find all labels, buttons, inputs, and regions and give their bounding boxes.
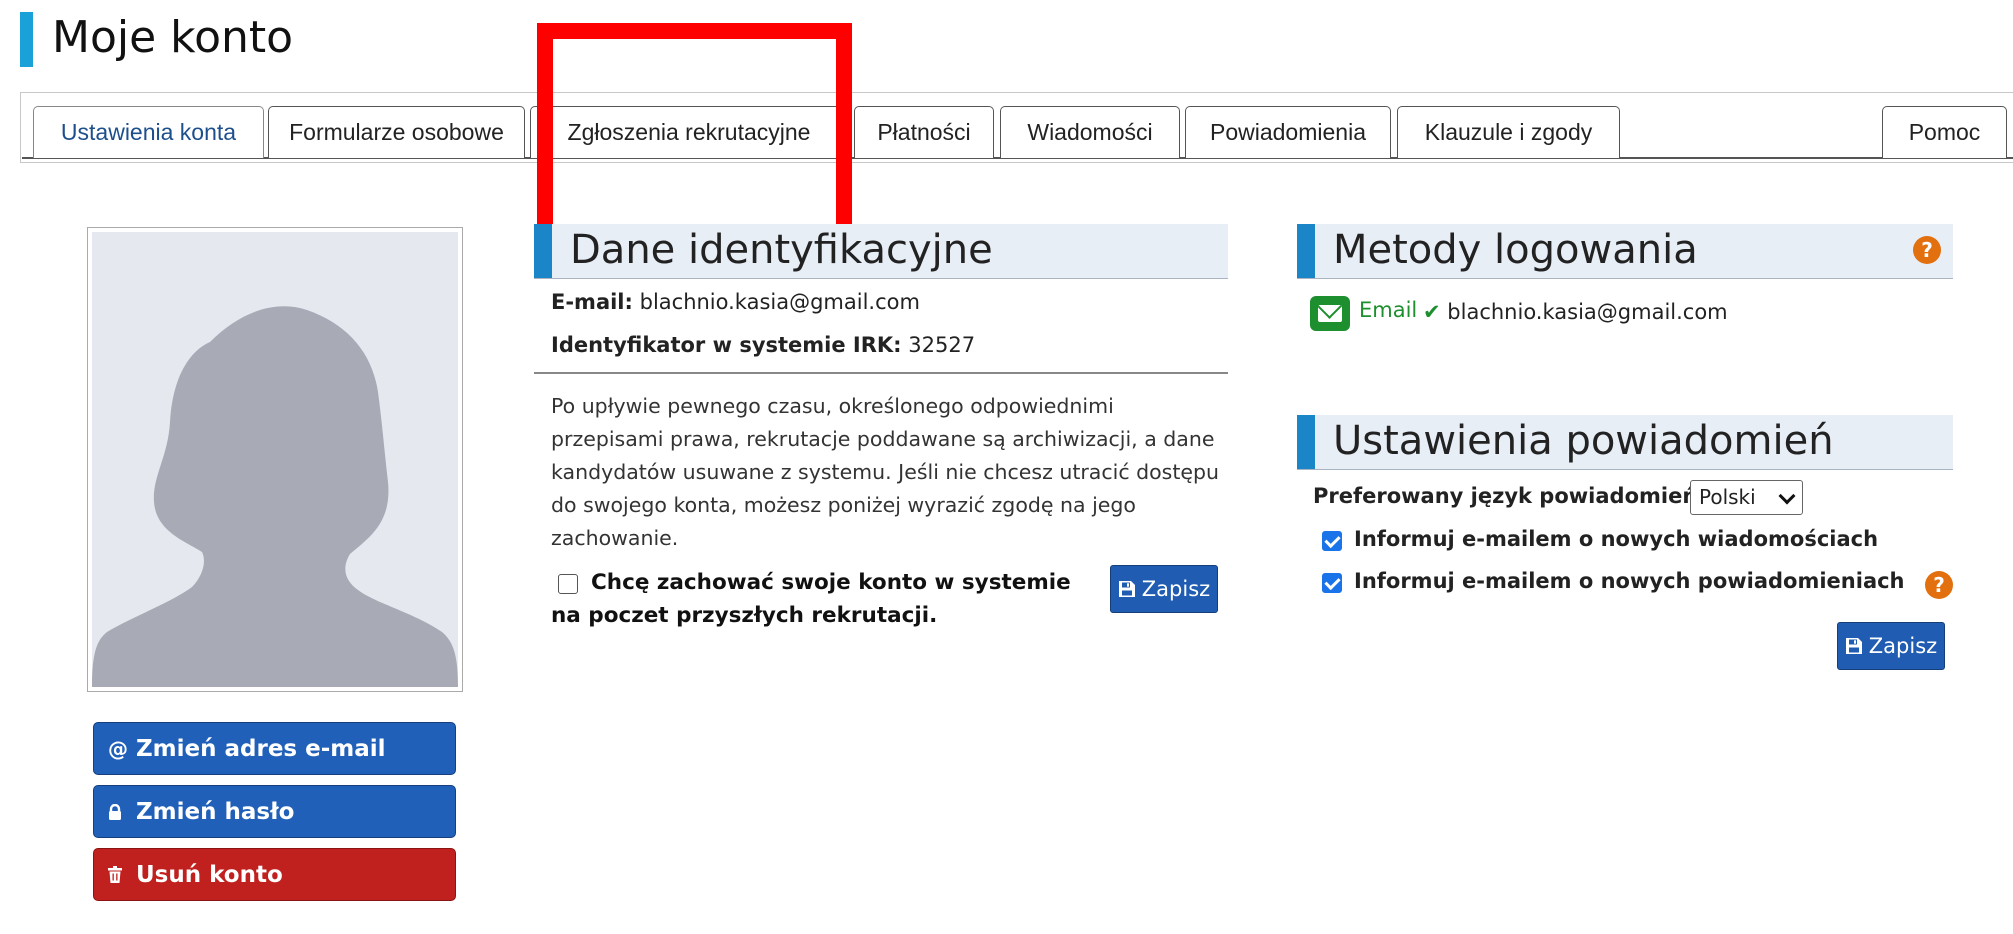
login-methods-help-icon[interactable]: ? xyxy=(1913,236,1941,264)
floppy-disk-icon xyxy=(1845,638,1862,654)
change-email-label: Zmień adres e-mail xyxy=(136,735,386,762)
section-accent-bar xyxy=(1297,415,1315,469)
language-select[interactable]: Polski xyxy=(1690,480,1803,515)
tab-platnosci[interactable]: Płatności xyxy=(854,106,994,158)
tab-klauzule-i-zgody[interactable]: Klauzule i zgody xyxy=(1397,106,1620,158)
save-keep-account-button[interactable]: Zapisz xyxy=(1110,565,1218,613)
notifications-section-header: Ustawienia powiadomień xyxy=(1297,415,1953,470)
section-accent-bar xyxy=(1297,224,1315,278)
trash-icon xyxy=(108,866,136,883)
email-row: E-mail: blachnio.kasia@gmail.com xyxy=(551,290,920,314)
email-method-value: blachnio.kasia@gmail.com xyxy=(1447,300,1728,324)
delete-account-label: Usuń konto xyxy=(136,861,283,888)
avatar-placeholder-icon xyxy=(92,232,458,687)
irk-id-label: Identyfikator w systemie IRK: xyxy=(551,333,902,357)
notify-new-messages-checkbox[interactable] xyxy=(1322,531,1342,551)
at-icon: @ xyxy=(108,736,128,761)
email-method-entry: ✔ blachnio.kasia@gmail.com xyxy=(1423,300,1728,324)
save-notifications-button[interactable]: Zapisz xyxy=(1837,622,1945,670)
floppy-disk-icon xyxy=(1118,581,1135,597)
page-title: Moje konto xyxy=(52,12,294,63)
title-accent-bar xyxy=(20,12,33,67)
email-label: E-mail: xyxy=(551,290,633,314)
lock-icon xyxy=(108,803,136,820)
email-method-icon xyxy=(1310,296,1350,331)
tab-wiadomosci[interactable]: Wiadomości xyxy=(1000,106,1180,158)
language-selected-value: Polski xyxy=(1699,485,1756,509)
email-method-label: Email xyxy=(1359,298,1418,322)
notifications-heading: Ustawienia powiadomień xyxy=(1333,418,1834,464)
save-notifications-label: Zapisz xyxy=(1868,634,1938,658)
notify-new-notifications-checkbox[interactable] xyxy=(1322,573,1342,593)
keep-account-label: Chcę zachować swoje konto w systemie na … xyxy=(551,570,1071,628)
notifications-help-icon[interactable]: ? xyxy=(1925,571,1953,599)
notify-new-notifications-label: Informuj e-mailem o nowych powiadomienia… xyxy=(1354,569,1905,593)
tab-powiadomienia[interactable]: Powiadomienia xyxy=(1185,106,1391,158)
section-accent-bar xyxy=(534,224,552,278)
change-password-label: Zmień hasło xyxy=(136,798,295,825)
section-divider xyxy=(534,372,1228,374)
login-methods-heading: Metody logowania xyxy=(1333,227,1698,273)
notify-new-messages-label: Informuj e-mailem o nowych wiadomościach xyxy=(1354,527,1879,551)
tab-pomoc[interactable]: Pomoc xyxy=(1882,106,2007,158)
save-keep-account-label: Zapisz xyxy=(1141,577,1211,601)
chevron-down-icon xyxy=(1778,487,1796,505)
delete-account-button[interactable]: Usuń konto xyxy=(93,848,456,901)
archive-notice: Po upływie pewnego czasu, określonego od… xyxy=(551,394,1220,550)
tab-ustawienia-konta[interactable]: Ustawienia konta xyxy=(33,106,264,158)
irk-id-value: 32527 xyxy=(908,333,976,357)
identity-heading: Dane identyfikacyjne xyxy=(570,227,993,273)
change-email-button[interactable]: @ Zmień adres e-mail xyxy=(93,722,456,775)
check-icon: ✔ xyxy=(1423,300,1441,324)
login-methods-section-header: Metody logowania xyxy=(1297,224,1953,279)
tab-formularze-osobowe[interactable]: Formularze osobowe xyxy=(268,106,525,158)
email-value: blachnio.kasia@gmail.com xyxy=(639,290,920,314)
irk-id-row: Identyfikator w systemie IRK: 32527 xyxy=(551,333,975,357)
change-password-button[interactable]: Zmień hasło xyxy=(93,785,456,838)
language-label: Preferowany język powiadomień: xyxy=(1313,484,1706,508)
identity-section-header: Dane identyfikacyjne xyxy=(534,224,1228,279)
avatar xyxy=(87,227,463,692)
highlight-annotation xyxy=(537,23,852,256)
